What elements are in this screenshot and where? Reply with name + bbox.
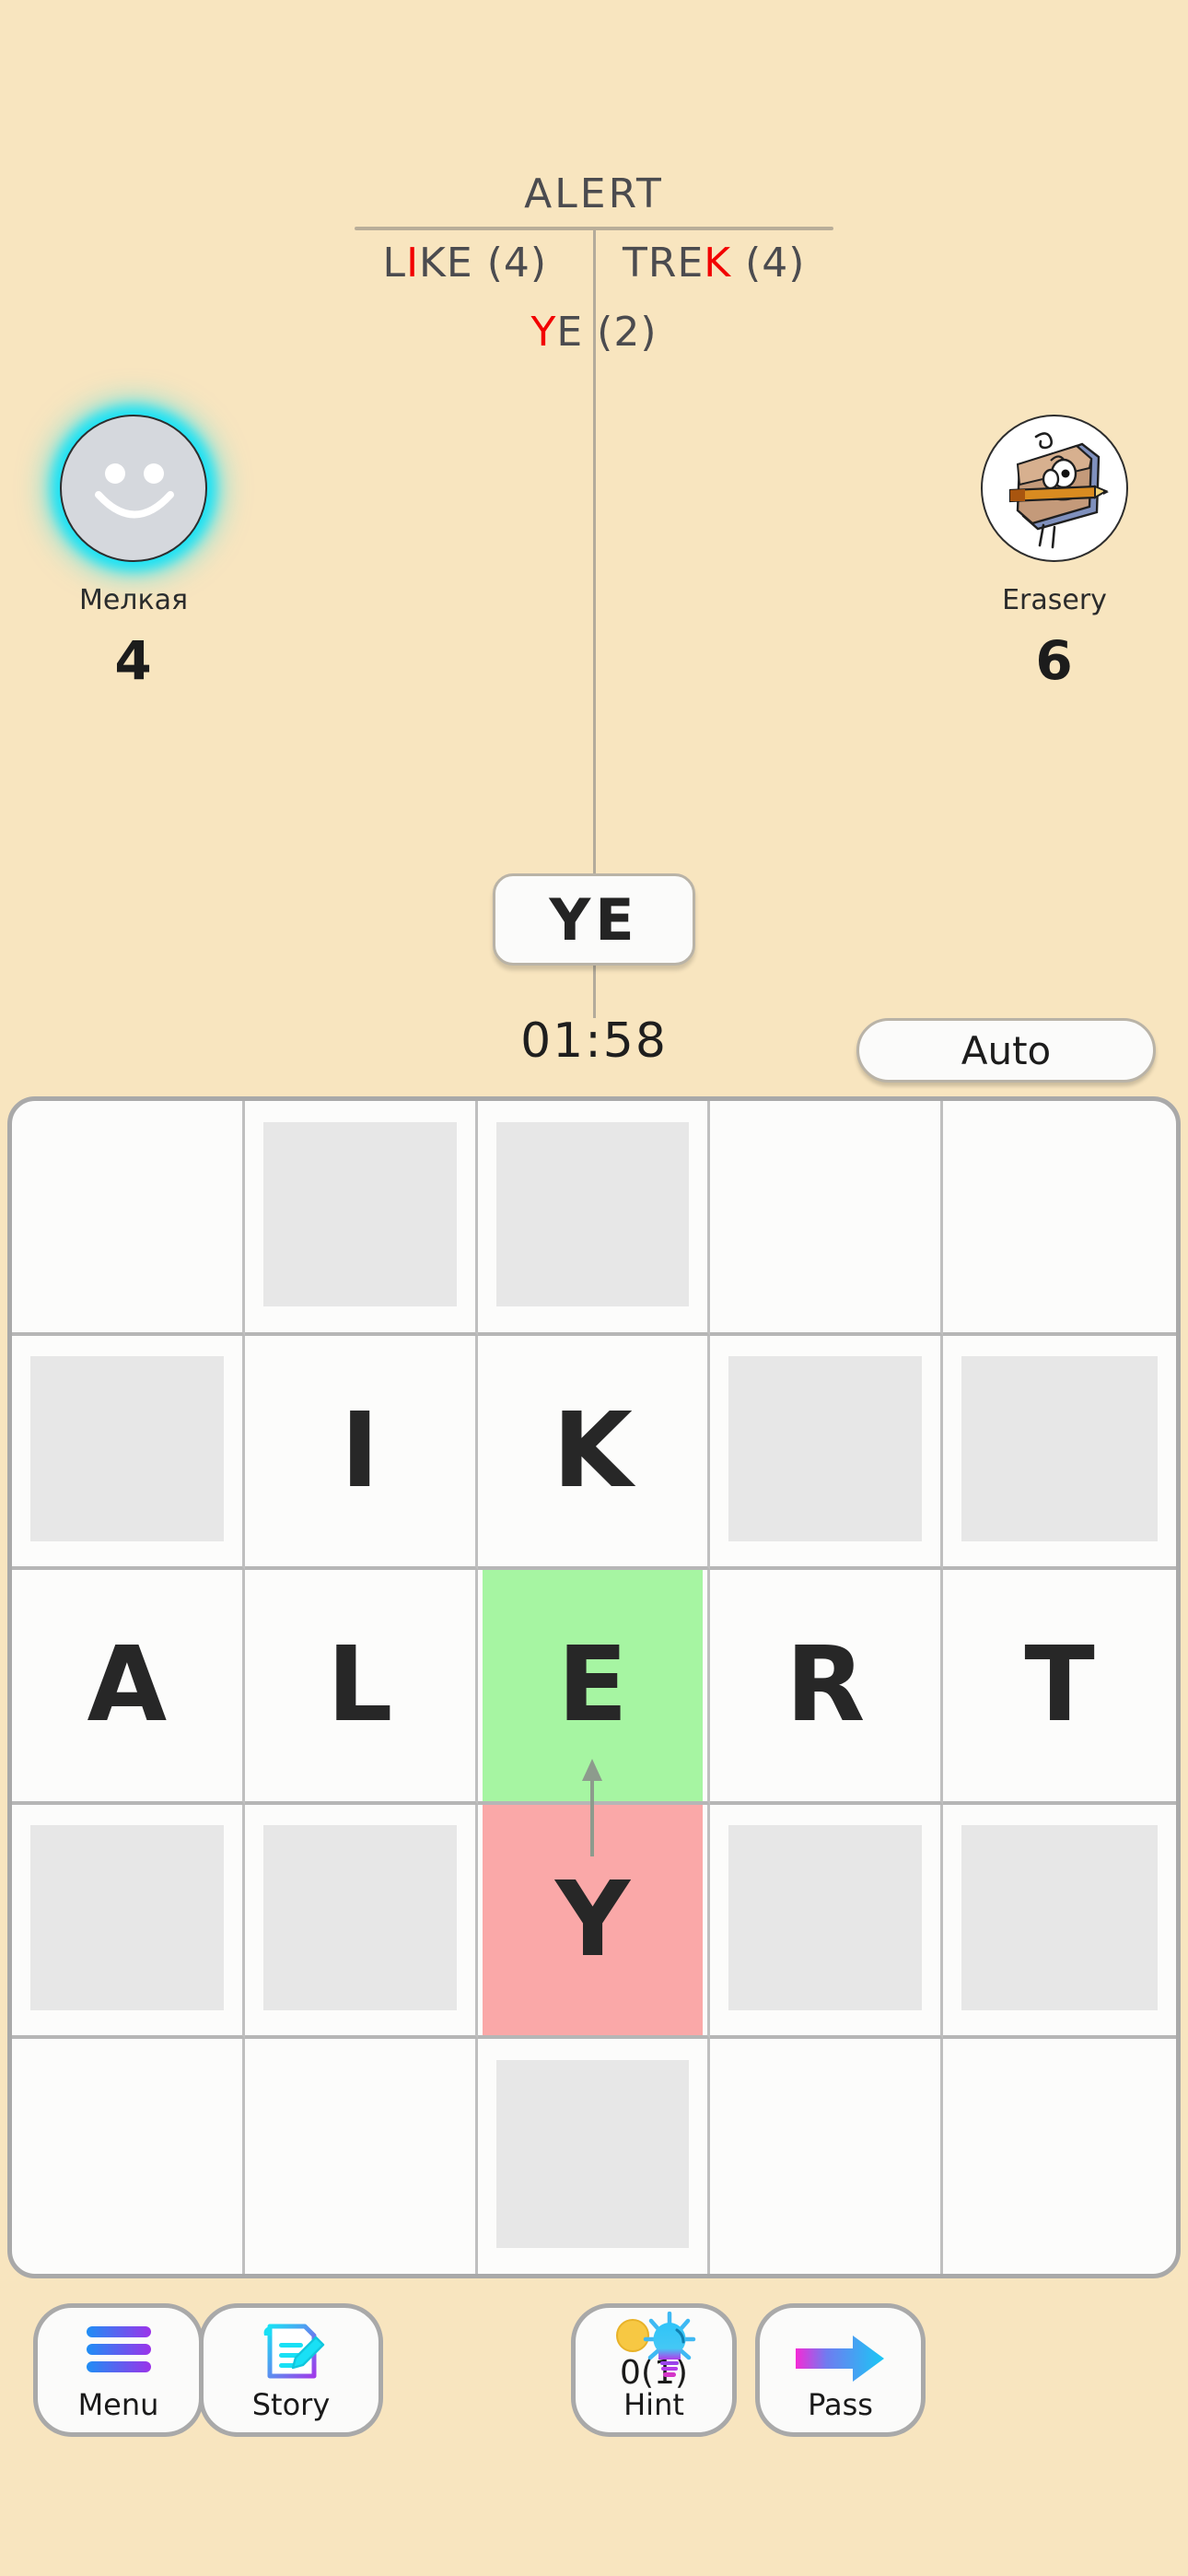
grid-cell[interactable] xyxy=(943,1805,1176,2040)
letter-grid: I K A L E R T Y xyxy=(12,1101,1176,2274)
grid-cell[interactable] xyxy=(710,2039,944,2274)
cell-shade xyxy=(728,1356,923,1541)
cell-shade xyxy=(29,1356,224,1541)
menu-button[interactable]: Menu xyxy=(33,2303,204,2437)
cell-shade xyxy=(495,2060,690,2248)
grid-cell[interactable]: T xyxy=(943,1570,1176,1805)
grid-cell[interactable]: R xyxy=(710,1570,944,1805)
grid-letter: L xyxy=(327,1625,393,1746)
hint-button-label: Hint xyxy=(623,2387,684,2423)
grid-cell[interactable] xyxy=(943,1336,1176,1571)
avatar-wrapper xyxy=(916,415,1188,580)
word-part-highlighted: Y xyxy=(530,309,557,356)
story-button[interactable]: Story xyxy=(199,2303,383,2437)
grid-cell[interactable]: Y xyxy=(477,1758,711,2040)
grid-cell[interactable] xyxy=(12,1101,245,1336)
grid-cell[interactable] xyxy=(710,1804,944,2040)
grid-cell[interactable]: A xyxy=(12,1570,245,1805)
player-name: Мелкая xyxy=(78,584,189,616)
grid-letter: Y xyxy=(554,1860,631,1981)
grid-cell[interactable] xyxy=(943,2039,1176,2274)
player-panel-left[interactable]: Мелкая 4 xyxy=(0,415,272,692)
cell-shade xyxy=(29,1825,224,2010)
connector-line-upper xyxy=(593,230,596,875)
word-part: TRE xyxy=(623,240,705,287)
player-panel-right[interactable]: Erasery 6 xyxy=(916,415,1188,692)
player-score: 4 xyxy=(114,629,153,692)
grid-cell[interactable] xyxy=(12,1804,245,2040)
grid-letter: E xyxy=(557,1625,628,1746)
avatar-wrapper xyxy=(0,415,272,580)
grid-cell[interactable] xyxy=(478,2039,711,2274)
grid-cell[interactable] xyxy=(477,1101,711,1336)
eraser-character-avatar[interactable] xyxy=(981,415,1128,562)
document-pencil-icon xyxy=(255,2321,327,2389)
eraser-character-icon xyxy=(1008,432,1109,549)
cell-shade xyxy=(961,1356,1158,1541)
grid-letter: R xyxy=(786,1625,866,1746)
formed-word-trek: TREK (4) xyxy=(623,240,805,287)
grid-cell[interactable]: I xyxy=(244,1335,478,1571)
cell-shade xyxy=(495,1121,690,1307)
grid-letter: K xyxy=(553,1390,633,1511)
menu-button-label: Menu xyxy=(77,2387,159,2423)
auto-button[interactable]: Auto xyxy=(856,1018,1156,1083)
cell-shade xyxy=(262,1121,457,1307)
grid-cell[interactable]: E xyxy=(477,1570,711,1805)
cell-shade xyxy=(728,1825,923,2010)
smiley-face-avatar[interactable] xyxy=(60,415,207,562)
grid-cell[interactable] xyxy=(710,1101,944,1336)
cell-shade xyxy=(262,1825,457,2010)
grid-cell[interactable] xyxy=(12,1335,245,1571)
grid-cell[interactable]: L xyxy=(244,1570,478,1805)
word-part: (4) xyxy=(731,240,806,287)
word-part: L xyxy=(382,240,407,287)
grid-cell[interactable] xyxy=(12,2039,245,2274)
grid-cell[interactable] xyxy=(244,1804,478,2040)
cell-shade xyxy=(961,1825,1158,2010)
grid-letter: I xyxy=(340,1390,379,1511)
story-button-label: Story xyxy=(251,2387,331,2423)
bottom-navigation: Menu Story 0(1) Hint Pass xyxy=(0,2285,1188,2576)
grid-cell[interactable] xyxy=(943,1101,1176,1336)
pass-button[interactable]: Pass xyxy=(755,2303,926,2437)
grid-cell[interactable]: K xyxy=(477,1335,711,1571)
word-part-highlighted: I xyxy=(406,240,420,287)
formed-word-like: LIKE (4) xyxy=(383,240,547,287)
grid-cell[interactable] xyxy=(245,2039,478,2274)
word-part: KE (4) xyxy=(419,240,548,287)
right-arrow-icon xyxy=(790,2332,891,2389)
hint-button[interactable]: 0(1) Hint xyxy=(571,2303,737,2437)
word-part: E (2) xyxy=(556,309,658,356)
smiley-face-icon xyxy=(95,463,174,519)
current-letter-tile[interactable]: YE xyxy=(493,873,695,966)
grid-cell[interactable] xyxy=(710,1335,944,1571)
played-word: ALERT xyxy=(524,170,664,217)
grid-letter: T xyxy=(1024,1625,1095,1746)
word-part-highlighted: K xyxy=(704,240,732,287)
player-score: 6 xyxy=(1035,629,1074,692)
pass-button-label: Pass xyxy=(808,2387,873,2423)
grid-letter: A xyxy=(87,1625,168,1746)
game-board[interactable]: I K A L E R T Y xyxy=(7,1096,1181,2278)
hamburger-menu-icon xyxy=(83,2321,155,2382)
lightbulb-coin-icon xyxy=(612,2311,714,2387)
grid-cell[interactable] xyxy=(244,1101,478,1336)
player-name: Erasery xyxy=(1002,584,1107,616)
